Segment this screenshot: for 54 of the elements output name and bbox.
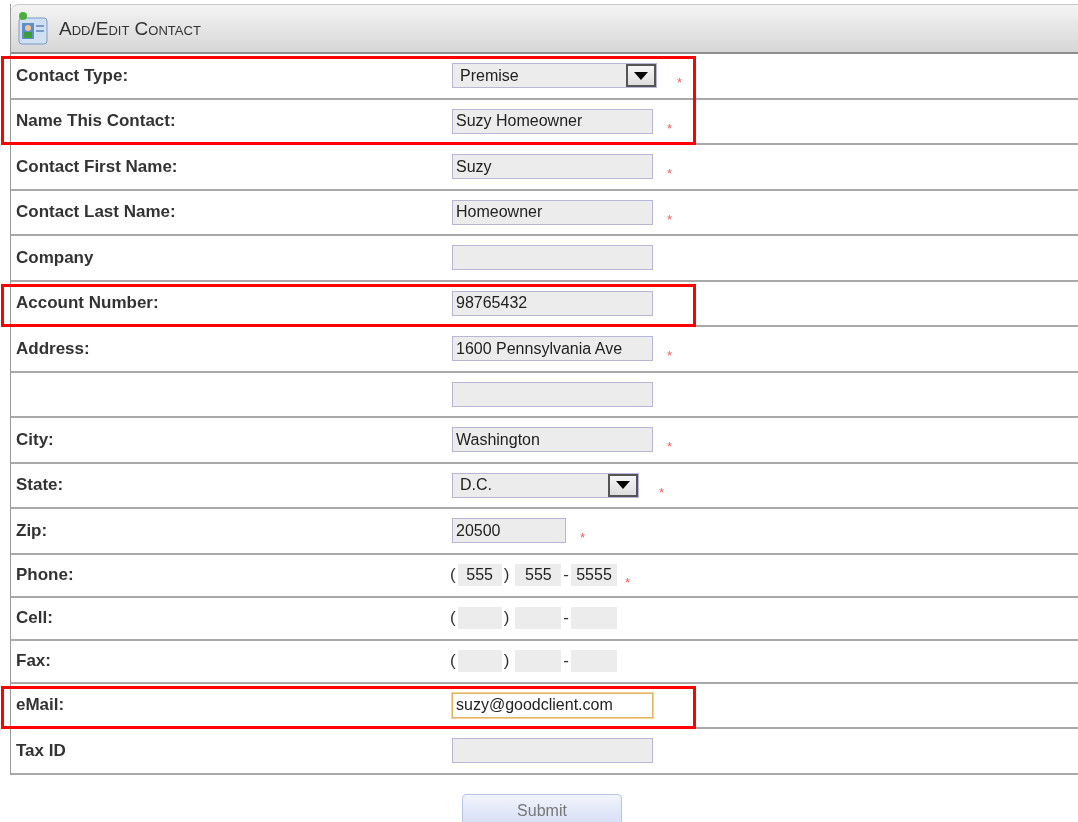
text-field[interactable]: 20500	[452, 518, 566, 544]
submit-button[interactable]: Submit	[462, 793, 622, 822]
required-mark: *	[667, 348, 673, 364]
dash-text: -	[562, 651, 570, 671]
contact-card-icon	[15, 9, 51, 48]
dropdown-field[interactable]: Premise	[452, 63, 657, 89]
required-mark: *	[667, 166, 673, 182]
panel-title: Add/Edit Contact	[59, 17, 201, 40]
required-mark: *	[580, 530, 586, 546]
text-field[interactable]	[452, 245, 653, 271]
field-label: eMail:	[15, 695, 66, 716]
dropdown-field[interactable]: D.C.	[452, 472, 639, 498]
text-field[interactable]: Homeowner	[452, 199, 653, 225]
text-field[interactable]: Suzy Homeowner	[452, 108, 653, 134]
prefix-field[interactable]: 555	[515, 564, 562, 586]
paren-text: )	[502, 565, 511, 585]
field-label: Company	[15, 247, 95, 268]
paren-text: (	[449, 651, 457, 671]
required-mark: *	[667, 211, 673, 227]
area-code-field[interactable]: 555	[457, 564, 502, 586]
dash-text: -	[562, 608, 570, 628]
field-label: State:	[15, 475, 65, 496]
text-field[interactable]	[452, 738, 653, 764]
required-mark: *	[667, 120, 673, 136]
paren-text: )	[502, 608, 511, 628]
text-field[interactable]: 1600 Pennsylvania Ave	[452, 336, 653, 362]
field-label: Contact Type:	[15, 65, 130, 86]
field-label: Account Number:	[15, 293, 160, 314]
dash-text: -	[562, 565, 570, 585]
line-number-field[interactable]: 5555	[571, 564, 617, 586]
field-label: Fax:	[15, 651, 52, 671]
field-label: Cell:	[15, 608, 54, 628]
required-mark: *	[625, 574, 631, 590]
field-label: Contact Last Name:	[15, 202, 177, 223]
field-label: Contact First Name:	[15, 156, 179, 177]
paren-text: (	[449, 608, 457, 628]
text-field[interactable]	[452, 381, 653, 407]
field-label: Tax ID	[15, 740, 67, 761]
dropdown-caret-icon[interactable]	[626, 64, 656, 88]
text-field[interactable]: Washington	[452, 427, 653, 453]
required-mark: *	[667, 439, 673, 455]
field-label: City:	[15, 429, 55, 450]
field-label: Name This Contact:	[15, 111, 177, 132]
field-label: Phone:	[15, 565, 75, 585]
text-field[interactable]: Suzy	[452, 154, 653, 180]
paren-text: (	[449, 565, 457, 585]
required-mark: *	[677, 75, 683, 91]
required-mark: *	[659, 484, 665, 500]
dropdown-caret-icon[interactable]	[608, 473, 638, 497]
field-label: Address:	[15, 338, 91, 359]
field-label: Zip:	[15, 520, 49, 541]
paren-text: )	[502, 651, 511, 671]
text-field[interactable]: suzy@goodclient.com	[452, 692, 653, 718]
text-field[interactable]: 98765432	[452, 290, 653, 316]
